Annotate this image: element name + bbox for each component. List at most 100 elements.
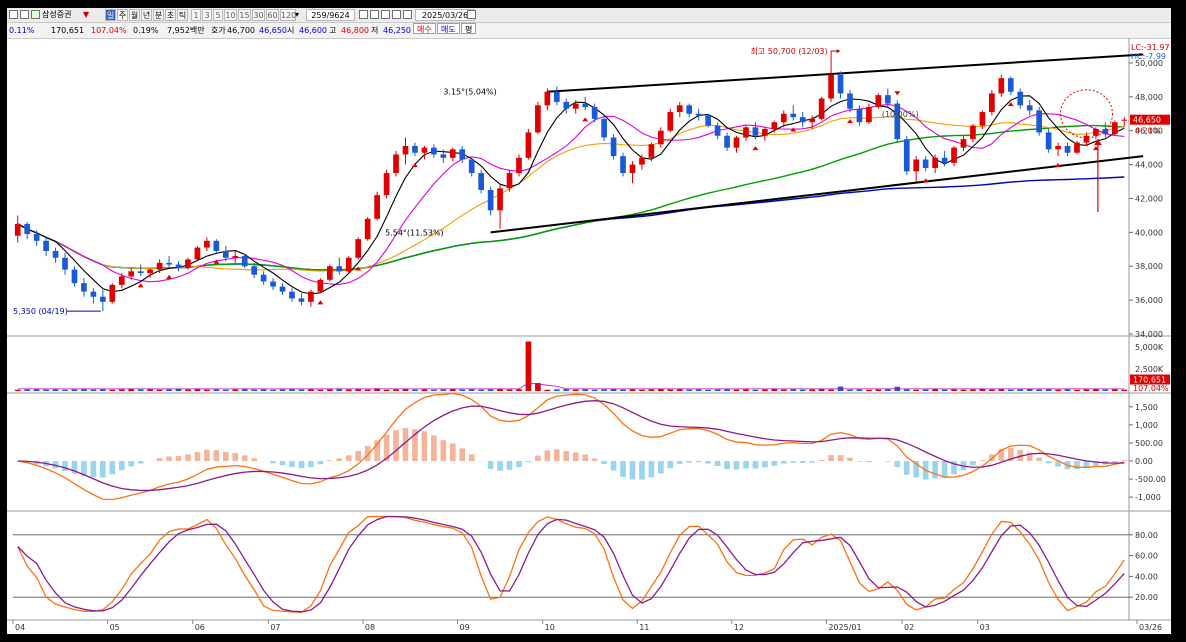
macd-histogram-bar (535, 455, 541, 462)
period-tab-2[interactable]: 월 (129, 9, 140, 21)
interval-tab-10[interactable]: 10 (224, 9, 237, 21)
chart-style-icon[interactable]: ▾ (295, 10, 304, 19)
volume-bar (941, 389, 948, 391)
calendar-icon[interactable] (467, 10, 476, 19)
interval-tab-15[interactable]: 15 (238, 9, 251, 21)
volume-bar (81, 389, 87, 391)
period-tab-6[interactable]: 틱 (177, 9, 188, 21)
lc-label: LC:-31.97 (1131, 43, 1170, 52)
interval-tab-1[interactable]: 1 (191, 9, 201, 21)
macd-histogram-bar (90, 461, 97, 478)
menu-icon[interactable] (9, 10, 18, 19)
sell-button[interactable]: 매도 (437, 23, 460, 34)
volume-bar (676, 389, 683, 391)
interval-tab-5[interactable]: 5 (213, 9, 223, 21)
candle-body (128, 271, 135, 277)
x-tick-label: 12 (734, 623, 744, 632)
count-display[interactable]: 259/9624 (306, 9, 355, 21)
macd-histogram-bar (516, 461, 522, 468)
volume-bar (771, 389, 778, 391)
macd-histogram-bar (932, 461, 938, 479)
macd-histogram-bar (487, 461, 494, 469)
high-value: 46,800 (341, 26, 369, 35)
eval-button[interactable]: 평 (461, 23, 477, 34)
volume-bar (326, 389, 333, 391)
buy-button[interactable]: 매수 (413, 23, 436, 34)
period-tab-3[interactable]: 년 (141, 9, 152, 21)
zoom-icon[interactable] (359, 10, 368, 19)
volume-bar (960, 389, 967, 391)
macd-histogram-bar (213, 450, 220, 462)
period-tab-0[interactable]: 일 (105, 9, 116, 21)
candle-body (714, 125, 721, 136)
macd-histogram-bar (109, 461, 116, 475)
split-icon[interactable] (381, 10, 390, 19)
channel-angle-label-upper: 3.15°(5.04%) (443, 88, 496, 97)
chart-area[interactable]: 34,00036,00038,00040,00042,00044,00046,0… (7, 38, 1171, 634)
volume-bar (714, 389, 721, 391)
date-input[interactable]: 2025/03/26 (415, 9, 475, 21)
macd-histogram-bar (525, 461, 532, 463)
macd-histogram-bar (780, 461, 787, 464)
volume-ratio-label: 107.04% (1133, 384, 1169, 393)
low-annotation-label: 5,350 (04/19) (13, 307, 68, 316)
candle-body (43, 240, 49, 251)
interval-tab-30[interactable]: 30 (252, 9, 265, 21)
gear-icon[interactable] (403, 10, 412, 19)
macd-tick-label: 500.00 (1135, 439, 1163, 448)
candle-body (421, 147, 428, 153)
candle-body (402, 145, 409, 155)
volume-bar (762, 389, 768, 391)
ask-label: 호가 (211, 26, 226, 35)
volume-bar (14, 389, 21, 391)
sync-icon[interactable] (370, 10, 379, 19)
volume-bar (449, 389, 456, 391)
candle-body (175, 264, 182, 268)
macd-histogram-bar (837, 455, 844, 462)
dropdown-icon[interactable]: ▼ (83, 8, 89, 22)
macd-histogram-bar (563, 450, 570, 462)
volume-bar (989, 389, 995, 391)
macd-histogram-bar (610, 461, 617, 471)
candle-body (156, 262, 163, 270)
candle-body (33, 234, 40, 241)
volume-bar (402, 389, 409, 391)
candle-body (345, 257, 352, 272)
candle-body (298, 298, 305, 302)
interval-tab-3[interactable]: 3 (202, 9, 212, 21)
volume-bar (591, 389, 598, 391)
volume-bar (156, 389, 163, 391)
candle-body (544, 91, 551, 106)
macd-tick-label: 0.00 (1135, 457, 1153, 466)
candle-body (289, 291, 295, 299)
candle-body (932, 157, 938, 168)
volume-bar (667, 389, 674, 391)
macd-histogram-bar (137, 461, 144, 464)
period-tab-5[interactable]: 초 (165, 9, 176, 21)
broker-icon[interactable] (31, 10, 40, 19)
channel-angle-label-lower: 5.54°(11.53%) (385, 228, 444, 237)
candle-body (213, 240, 220, 251)
speaker-icon[interactable] (20, 10, 29, 19)
macd-histogram-bar (705, 461, 711, 464)
x-tick-label: 03/26 (1139, 623, 1162, 632)
volume-bar (137, 389, 144, 391)
candle-body (1083, 135, 1090, 143)
interval-tab-120[interactable]: 120 (280, 9, 296, 21)
candle-body (979, 112, 986, 126)
period-tab-1[interactable]: 주 (117, 9, 128, 21)
candle-body (52, 250, 59, 258)
price-tick-label: 36,000 (1135, 296, 1163, 305)
interval-tab-60[interactable]: 60 (266, 9, 279, 21)
volume-bar (279, 389, 286, 391)
period-tab-4[interactable]: 분 (153, 9, 164, 21)
volume-bar (478, 389, 484, 391)
macd-histogram-bar (204, 449, 210, 462)
macd-histogram-bar (752, 461, 759, 469)
x-tick-label: 02 (904, 623, 914, 632)
save-icon[interactable] (392, 10, 401, 19)
candle-body (62, 257, 68, 270)
candle-body (336, 266, 343, 272)
candle-body (326, 266, 333, 280)
broker-name: 삼성증권 (42, 10, 72, 19)
